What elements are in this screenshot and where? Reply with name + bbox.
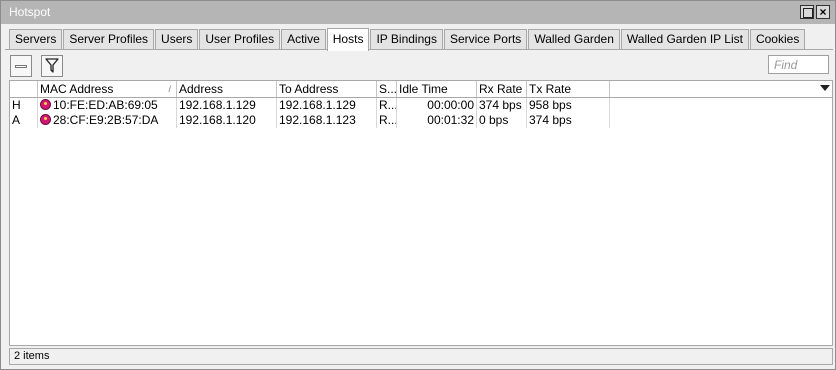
column-menu-icon[interactable] — [820, 85, 830, 91]
cell-idle-time: 00:01:32 — [397, 113, 477, 128]
hosts-panel: MAC Address / Address To Address S... Id… — [5, 49, 833, 366]
col-header-mac-address[interactable]: MAC Address / — [38, 81, 177, 97]
cell-flag: A — [10, 113, 38, 128]
tab-service-ports[interactable]: Service Ports — [443, 29, 528, 50]
tab-server-profiles[interactable]: Server Profiles — [63, 29, 155, 50]
find-input[interactable] — [768, 55, 829, 74]
host-icon — [40, 99, 51, 110]
col-header-address[interactable]: Address — [177, 81, 277, 97]
window-title: Hotspot — [9, 5, 51, 19]
titlebar[interactable]: Hotspot × — [1, 1, 835, 24]
col-header-to-address[interactable]: To Address — [277, 81, 377, 97]
filter-icon — [45, 58, 59, 73]
remove-icon — [15, 65, 27, 68]
sort-indicator-icon: / — [168, 84, 171, 94]
hosts-table: MAC Address / Address To Address S... Id… — [9, 80, 833, 346]
cell-mac-value: 10:FE:ED:AB:69:05 — [53, 98, 158, 112]
status-bar: 2 items — [9, 348, 833, 365]
hotspot-window: Hotspot × Servers Server Profiles Users … — [0, 0, 836, 370]
col-header-server[interactable]: S... — [377, 81, 397, 97]
tab-user-profiles[interactable]: User Profiles — [199, 29, 281, 50]
cell-server: R... — [379, 113, 397, 128]
cell-mac-address: 28:CF:E9:2B:57:DA — [38, 113, 177, 128]
close-icon: × — [819, 5, 827, 19]
cell-tx-rate: 958 bps — [527, 98, 610, 113]
cell-mac-address: 10:FE:ED:AB:69:05 — [38, 98, 177, 113]
cell-to-address: 192.168.1.123 — [277, 113, 377, 128]
tab-users[interactable]: Users — [155, 29, 199, 50]
cell-address: 192.168.1.129 — [177, 98, 277, 113]
filter-button[interactable] — [41, 55, 63, 77]
tab-walled-garden-ip-list[interactable]: Walled Garden IP List — [620, 29, 749, 50]
table-row[interactable]: A 28:CF:E9:2B:57:DA 192.168.1.120 192.16… — [10, 113, 832, 128]
cell-idle-time: 00:00:00 — [397, 98, 477, 113]
remove-button[interactable] — [10, 55, 32, 77]
col-header-rx-rate[interactable]: Rx Rate — [477, 81, 527, 97]
tab-active[interactable]: Active — [281, 29, 326, 50]
cell-flag: H — [10, 98, 38, 113]
tab-hosts[interactable]: Hosts — [326, 28, 370, 51]
cell-mac-value: 28:CF:E9:2B:57:DA — [53, 113, 159, 127]
tab-servers[interactable]: Servers — [9, 29, 63, 50]
cell-server: R... — [379, 98, 397, 113]
col-header-tx-rate[interactable]: Tx Rate — [527, 81, 610, 97]
cell-rx-rate: 0 bps — [477, 113, 527, 128]
table-header: MAC Address / Address To Address S... Id… — [10, 81, 832, 98]
col-header-idle-time[interactable]: Idle Time — [397, 81, 477, 97]
col-header-filler — [610, 81, 832, 97]
tab-ip-bindings[interactable]: IP Bindings — [370, 29, 443, 50]
close-button[interactable]: × — [816, 5, 830, 19]
col-header-mac-label: MAC Address — [40, 82, 114, 96]
table-row[interactable]: H 10:FE:ED:AB:69:05 192.168.1.129 192.16… — [10, 98, 832, 113]
maximize-button[interactable] — [800, 5, 814, 19]
item-count: 2 items — [14, 350, 50, 362]
cell-tx-rate: 374 bps — [527, 113, 610, 128]
tab-bar: Servers Server Profiles Users User Profi… — [9, 28, 806, 51]
tab-walled-garden[interactable]: Walled Garden — [528, 29, 620, 50]
col-header-flag[interactable] — [10, 81, 38, 97]
tab-cookies[interactable]: Cookies — [749, 29, 806, 50]
host-icon — [40, 114, 51, 125]
cell-rx-rate: 374 bps — [477, 98, 527, 113]
cell-to-address: 192.168.1.129 — [277, 98, 377, 113]
cell-address: 192.168.1.120 — [177, 113, 277, 128]
